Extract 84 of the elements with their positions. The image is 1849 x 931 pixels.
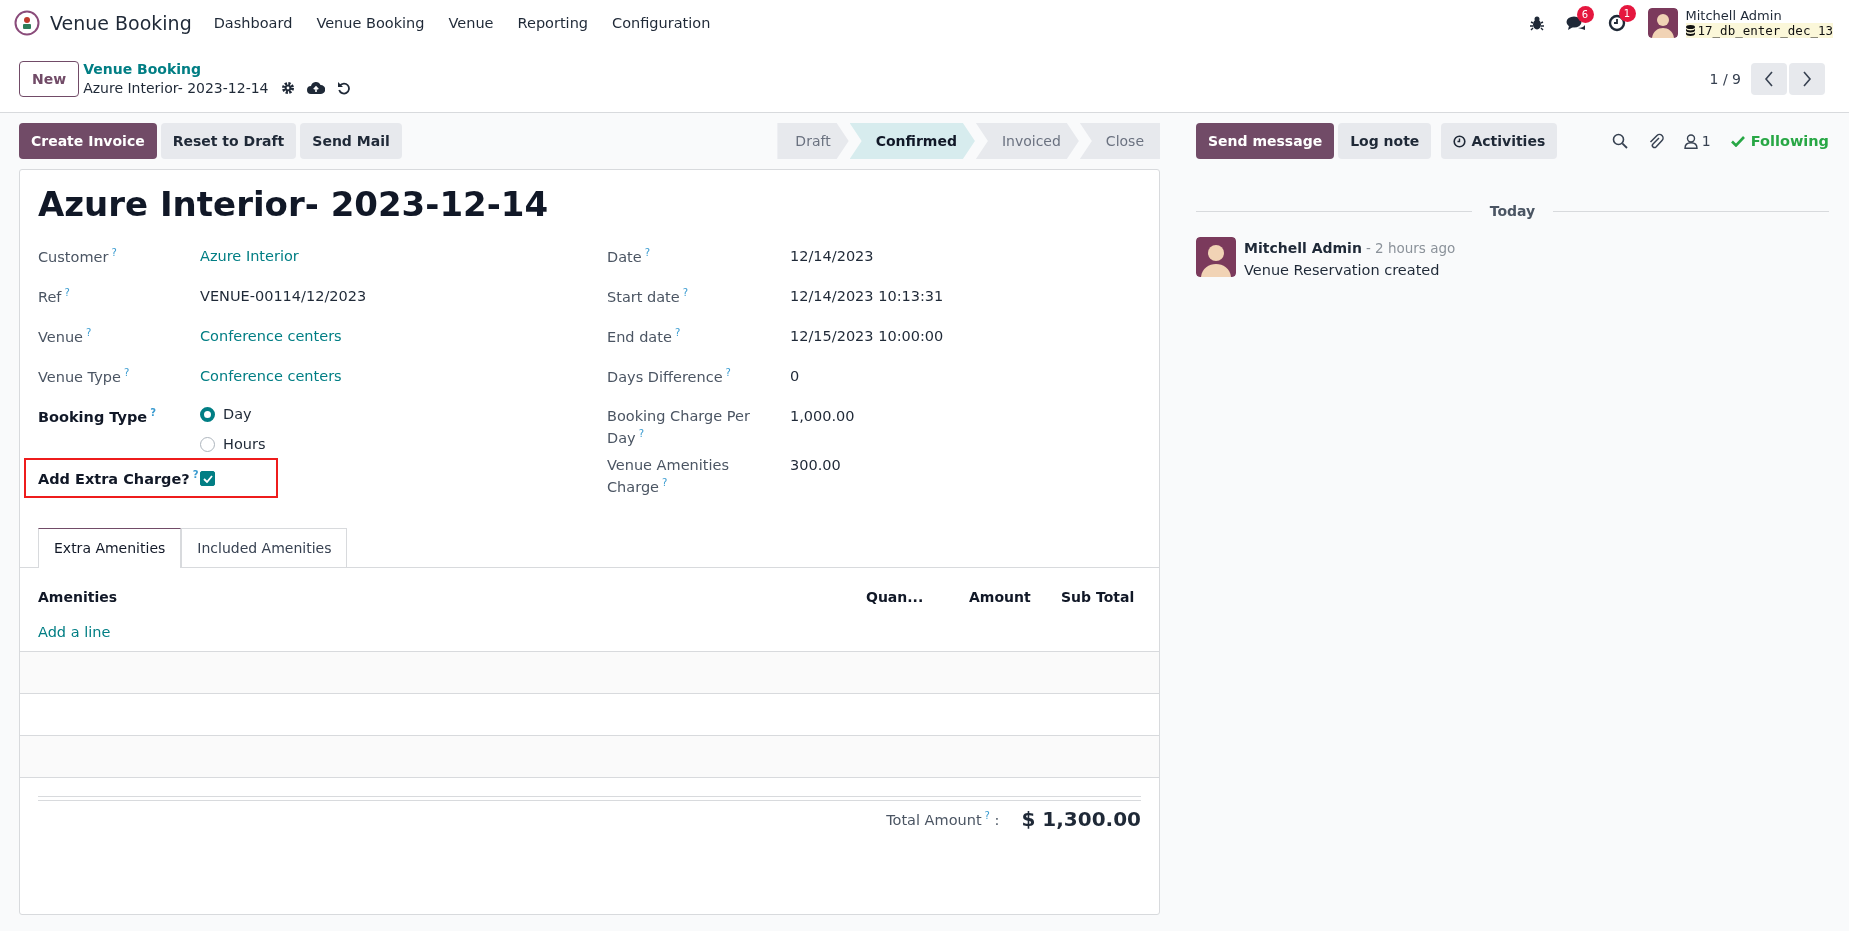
menu-item[interactable]: Configuration [612,15,711,31]
menu-item[interactable]: Venue [448,15,494,31]
followers-button[interactable]: 1 [1683,133,1711,149]
pager-value: 1 / 9 [1709,71,1741,87]
field-label: Venue $^{?}$ [38,326,93,347]
app-logo-icon[interactable] [14,10,40,36]
message-time: - 2 hours ago [1365,240,1456,256]
field-value: 12/14/2023 [790,247,874,266]
field-label: Date $^{?}$ [607,246,651,267]
previous-button[interactable] [1751,63,1787,95]
record-title: Azure Interior- 2023-12-14 [38,184,550,224]
field-label: Booking Charge Per Day $^{?}$ [607,407,751,448]
check-icon [1730,135,1745,147]
field-value: 0 [790,367,800,386]
action-button[interactable]: Create Invoice [19,123,157,159]
column-header[interactable]: Amount [969,588,1061,605]
send-message-button[interactable]: Send message [1196,123,1335,159]
field-label: Days Difference $^{?}$ [607,366,732,387]
log-note-button[interactable]: Log note [1338,123,1432,159]
column-header[interactable]: Sub Total [1061,588,1141,605]
radio-label[interactable]: Day [223,406,252,422]
chevron-right-icon [1802,71,1812,87]
radio-label[interactable]: Hours [223,436,266,452]
breadcrumb-link[interactable]: Venue Booking [83,60,351,79]
status-step[interactable]: Confirmed [849,123,975,159]
menu-item[interactable]: Reporting [517,15,589,31]
database-icon [1685,25,1695,37]
clock-icon [1453,134,1467,148]
field-label: Start date $^{?}$ [607,286,690,307]
settings-icon[interactable] [280,81,295,96]
activities-button[interactable]: Activities [1441,123,1558,159]
radio-button[interactable] [200,436,215,452]
field-link[interactable]: Conference centers [200,366,342,387]
count-badge: 6 [1576,5,1594,23]
user-icon [1683,133,1698,149]
status-step[interactable]: Close [1079,123,1160,159]
app-name[interactable]: Venue Booking [50,12,192,34]
status-step[interactable]: Draft [777,123,849,159]
total-label: Total Amount $^{?}$ : [886,809,1000,828]
menu-item[interactable]: Dashboard [213,15,293,31]
field-label: Booking Type $^{?}$ [38,406,157,427]
field-value: VENUE-00114/12/2023 [200,287,367,306]
field-label: Ref $^{?}$ [38,286,71,307]
new-button[interactable]: New [19,61,80,97]
add-line-link[interactable]: Add a line [38,624,111,641]
field-label: Venue Type $^{?}$ [38,366,131,387]
avatar[interactable] [1647,8,1678,38]
cloud-upload-icon[interactable] [306,81,325,96]
column-header[interactable]: Quan... [866,588,969,605]
database-name: 17_db_enter_dec_13 [1697,23,1833,39]
field-value: 12/14/2023 10:13:31 [790,287,944,306]
total-amount: $ 1,300.00 [1021,806,1141,831]
date-separator: Today [1489,203,1536,219]
action-button[interactable]: Reset to Draft [160,123,297,159]
radio-button[interactable] [200,406,215,422]
message-text: Venue Reservation created [1244,260,1441,280]
record-name: Azure Interior- 2023-12-14 [83,79,269,98]
column-header[interactable]: Amenities [38,588,866,605]
bug-icon[interactable] [1529,15,1544,31]
field-value: 12/15/2023 10:00:00 [790,327,944,346]
action-button[interactable]: Send Mail [300,123,402,159]
field-label: Venue Amenities Charge $^{?}$ [607,455,730,497]
field-value: 300.00 [790,455,841,475]
clock-icon[interactable] [1607,14,1626,32]
field-label: Customer $^{?}$ [38,246,118,267]
count-badge: 1 [1618,5,1636,22]
field-link[interactable]: Conference centers [200,326,342,347]
search-icon[interactable] [1611,133,1628,149]
user-name[interactable]: Mitchell Admin [1685,7,1833,24]
tab[interactable]: Extra Amenities [38,527,182,568]
author-name: Mitchell Admin [1244,240,1362,256]
avatar [1196,237,1236,277]
menu-item[interactable]: Venue Booking [316,15,425,31]
tab[interactable]: Included Amenities [181,527,348,568]
checkbox[interactable] [200,471,215,486]
field-value: 1,000.00 [790,407,855,426]
field-label: End date $^{?}$ [607,326,682,347]
undo-icon[interactable] [336,81,351,96]
chevron-left-icon [1764,71,1774,87]
next-button[interactable] [1789,63,1825,95]
status-step[interactable]: Invoiced [975,123,1079,159]
field-label: Add Extra Charge? $^{?}$ [38,468,200,489]
paperclip-icon[interactable] [1647,132,1664,150]
field-link[interactable]: Azure Interior [200,246,299,267]
